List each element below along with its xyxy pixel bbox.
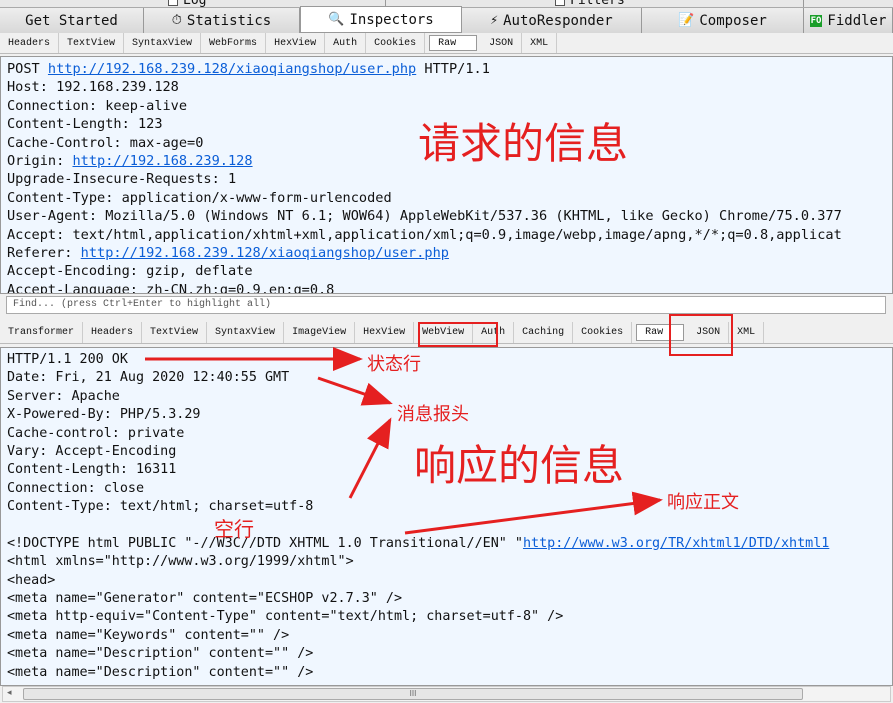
arrow-headers-1: [317, 376, 393, 406]
annotation-blank-line: 空行: [214, 517, 254, 541]
annotation-arrows: [145, 347, 663, 535]
annotation-status-line: 状态行: [367, 354, 421, 375]
annotation-headers: 消息报头: [397, 404, 469, 425]
annotation-response-info: 响应的信息: [414, 441, 625, 490]
annotation-request-info: 请求的信息: [418, 119, 629, 168]
arrow-body: [404, 491, 663, 535]
arrow-headers-2: [348, 417, 392, 499]
annotation-body: 响应正文: [667, 492, 739, 513]
